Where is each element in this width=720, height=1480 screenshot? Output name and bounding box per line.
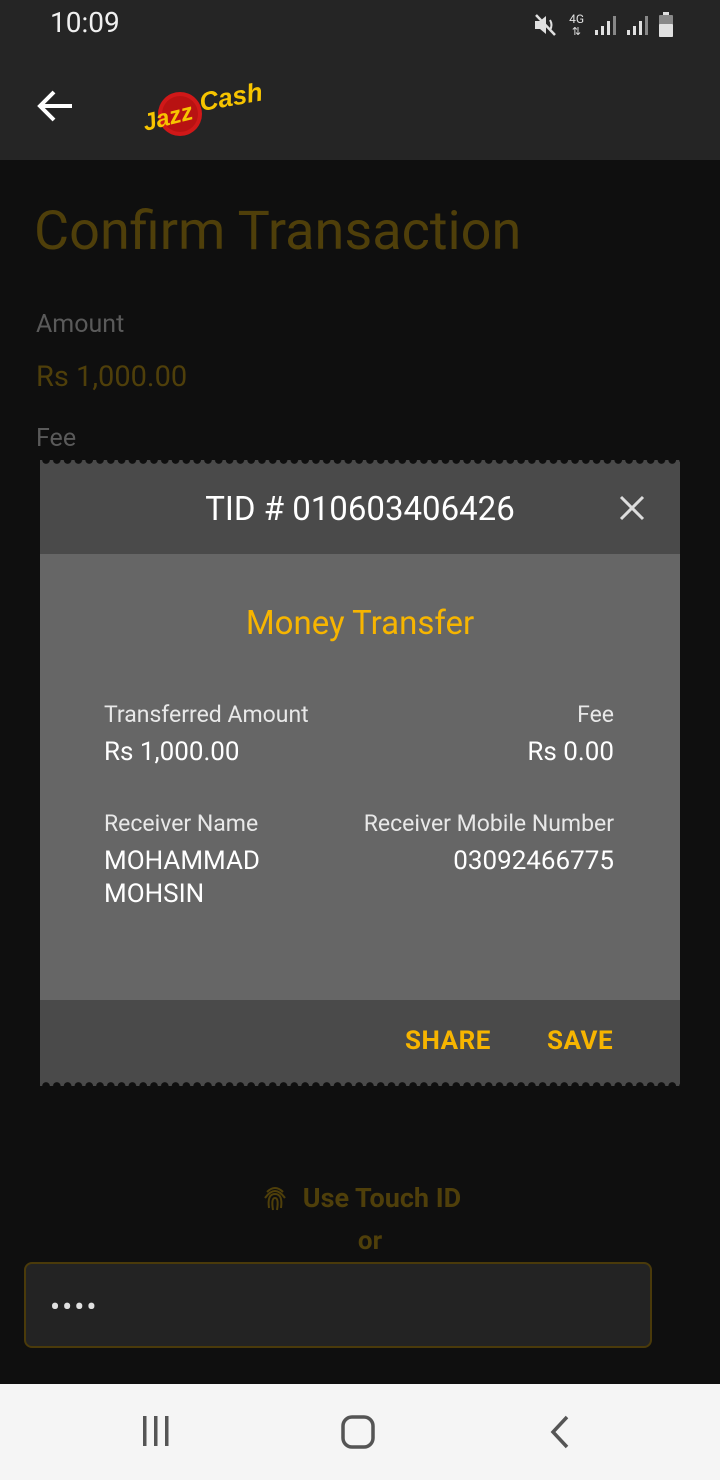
recents-icon[interactable]	[140, 1414, 172, 1448]
receipt-edge-top	[40, 455, 680, 465]
fee-label: Fee	[577, 701, 614, 728]
system-nav-bar	[0, 1384, 720, 1480]
receiver-name-line2: MOHSIN	[104, 879, 205, 909]
jazzcash-logo: Jazz Cash	[140, 76, 265, 136]
fingerprint-icon	[263, 1186, 286, 1211]
receiver-mobile-value: 03092466775	[453, 846, 614, 876]
or-label: or	[357, 1226, 383, 1256]
receiver-name-label: Receiver Name	[104, 810, 259, 837]
receipt-header: TID # 010603406426	[40, 460, 680, 554]
status-time: 10:09	[50, 6, 120, 39]
signal-icon	[595, 16, 616, 35]
transaction-id: TID # 010603406426	[205, 490, 515, 529]
share-button[interactable]: SHARE	[405, 1026, 491, 1056]
close-icon[interactable]	[618, 494, 646, 522]
back-arrow-icon[interactable]	[32, 83, 78, 129]
pin-input[interactable]: ••••	[24, 1262, 652, 1348]
mute-icon	[535, 14, 556, 36]
receiver-name-line1: MOHAMMAD	[104, 846, 260, 876]
home-icon[interactable]	[340, 1414, 376, 1450]
receipt-footer: SHARE SAVE	[40, 1000, 680, 1086]
amount-value: Rs 1,000.00	[36, 360, 188, 394]
receipt-edge-bottom	[40, 1081, 680, 1091]
touch-id-label: Use Touch ID	[302, 1181, 462, 1214]
transferred-amount-label: Transferred Amount	[104, 701, 309, 728]
battery-icon	[659, 12, 673, 37]
nav-back-icon[interactable]	[548, 1414, 572, 1450]
fee-value: Rs 0.00	[527, 737, 614, 767]
transaction-receipt-dialog: TID # 010603406426 Money Transfer Transf…	[40, 455, 680, 1091]
network-type: 4G ⇅	[569, 11, 584, 38]
transferred-amount-value: Rs 1,000.00	[104, 737, 240, 767]
receiver-mobile-label: Receiver Mobile Number	[363, 810, 614, 837]
status-bar: 10:09 4G ⇅	[0, 0, 720, 50]
fee-label: Fee	[36, 424, 77, 453]
receipt-body: Money Transfer Transferred Amount Rs 1,0…	[40, 554, 680, 1000]
receipt-title: Money Transfer	[245, 604, 475, 643]
status-icons: 4G ⇅	[533, 10, 674, 40]
touch-id-button[interactable]: Use Touch ID	[0, 1180, 720, 1214]
signal-icon	[627, 16, 648, 35]
app-bar: Jazz Cash	[0, 50, 720, 160]
amount-label: Amount	[36, 310, 125, 339]
page-title: Confirm Transaction	[34, 200, 522, 263]
pin-masked-value: ••••	[50, 1290, 99, 1325]
save-button[interactable]: SAVE	[547, 1026, 613, 1056]
svg-text:Cash: Cash	[197, 76, 265, 117]
